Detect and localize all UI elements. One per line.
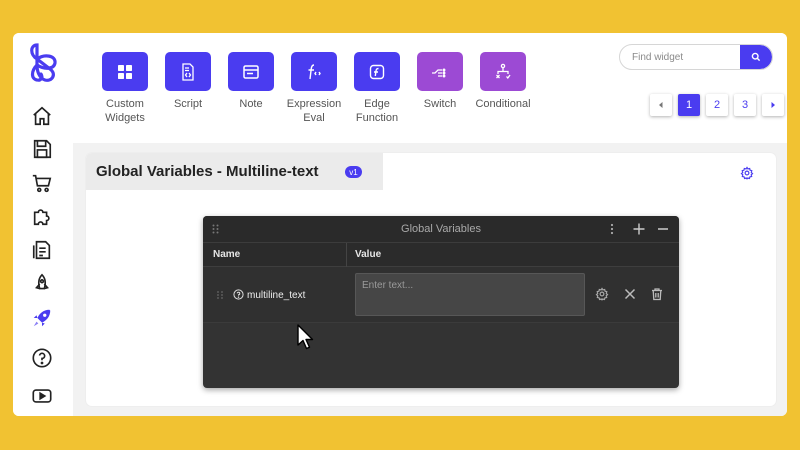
table-row: multiline_text [203,267,679,323]
note-icon [243,64,259,79]
search-button[interactable] [740,45,772,69]
tool-tile [228,52,274,91]
app-window: Custom Widgets Script Note Expression Ev… [13,33,787,416]
global-variables-panel: Global Variables Name Value multiline_te… [203,216,679,388]
sidebar-item-launch[interactable] [30,272,54,296]
tool-note[interactable]: Note [218,52,284,111]
tool-edge-function[interactable]: Edge Function [344,52,410,125]
document-list-icon [32,240,51,260]
tool-label: Custom Widgets [105,98,145,124]
settings-gear-icon[interactable] [740,166,754,180]
row-settings-icon[interactable] [595,287,609,301]
column-header-name: Name [213,249,241,260]
sidebar-item-cart[interactable] [30,171,54,195]
tool-label: Switch [423,98,457,110]
sidebar-item-plugins[interactable] [30,204,54,228]
search-input[interactable] [620,45,742,69]
add-icon[interactable] [632,222,646,236]
page-title: Global Variables - Multiline-text [96,163,319,180]
puzzle-icon [33,209,50,226]
help-circle-icon [32,348,52,368]
widget-toolbar: Custom Widgets Script Note Expression Ev… [73,33,787,143]
variable-value-textarea[interactable] [355,273,585,316]
home-icon [33,106,51,126]
tool-tile [417,52,463,91]
clear-icon[interactable] [623,287,637,301]
tool-tile [480,52,526,91]
more-vertical-icon[interactable] [605,222,619,236]
tool-switch[interactable]: Switch [407,52,473,111]
mouse-cursor-icon [297,324,314,350]
tool-label: Note [239,98,263,110]
script-icon [182,62,194,81]
youtube-icon [32,389,52,403]
grid-icon [118,64,132,79]
table-header: Name Value [203,243,679,267]
page-3-button[interactable]: 3 [734,94,756,116]
tool-tile [102,52,148,91]
variable-name: multiline_text [247,290,306,301]
function-icon [308,63,321,79]
help-icon[interactable] [233,289,244,300]
tool-expression-eval[interactable]: Expression Eval [281,52,347,125]
switch-icon [432,68,446,77]
page-prev-button[interactable] [650,94,672,116]
page-2-button[interactable]: 2 [706,94,728,116]
tool-tile [291,52,337,91]
search-icon [751,52,761,62]
row-drag-handle-icon[interactable] [216,290,224,300]
sidebar-item-save[interactable] [30,137,54,161]
tool-label: Edge Function [355,98,399,124]
tool-conditional[interactable]: Conditional [470,52,536,111]
panel-header[interactable]: Global Variables [203,216,679,243]
page-1-button[interactable]: 1 [678,94,700,116]
rocket-outline-icon [35,273,49,290]
trash-icon[interactable] [650,287,664,301]
sidebar-item-help[interactable] [30,346,54,370]
sidebar-item-deploy[interactable] [30,306,54,330]
column-header-value: Value [355,249,382,260]
tool-script[interactable]: Script [155,52,221,111]
save-icon [33,139,52,159]
minimize-icon[interactable] [656,222,670,236]
cart-icon [32,174,52,193]
caret-right-icon [771,102,775,108]
conditional-icon [496,63,511,79]
column-divider [346,243,347,267]
sidebar-item-documents[interactable] [30,238,54,262]
tool-custom-widgets[interactable]: Custom Widgets [92,52,158,125]
rocket-filled-icon [33,309,51,327]
edge-function-icon [369,64,385,79]
pagination: 1 2 3 [650,94,787,118]
sidebar [13,33,73,416]
tool-label: Expression Eval [286,98,342,124]
tool-tile [165,52,211,91]
page-next-button[interactable] [762,94,784,116]
sidebar-item-youtube[interactable] [30,384,54,408]
tool-label: Conditional [475,98,531,110]
tool-label: Script [173,98,203,110]
logo-icon [30,43,57,82]
sidebar-item-home[interactable] [30,104,54,128]
caret-left-icon [659,102,663,108]
tool-tile [354,52,400,91]
version-badge: v1 [345,166,362,178]
widget-search [619,44,773,70]
